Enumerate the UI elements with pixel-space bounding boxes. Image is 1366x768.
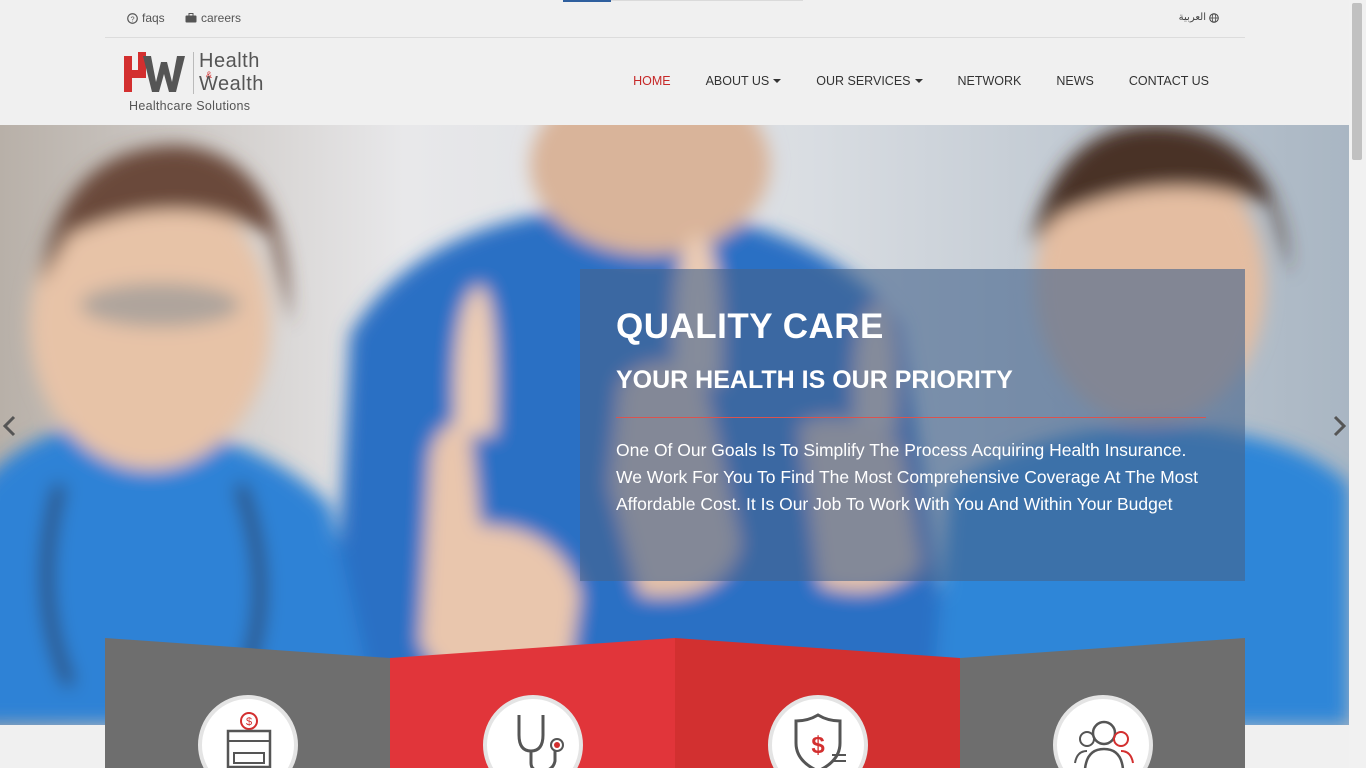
top-bar: ? faqs careers العربية: [105, 0, 1245, 38]
logo-mark-icon: [124, 52, 185, 92]
payment-box-icon: $: [226, 712, 272, 768]
top-accent-line-light: [611, 0, 803, 1]
nav-home-label: HOME: [633, 74, 671, 88]
chevron-right-icon[interactable]: [1333, 415, 1347, 437]
people-icon: [1074, 720, 1134, 768]
hero-caption-panel: QUALITY CARE YOUR HEALTH IS OUR PRIORITY…: [580, 269, 1245, 581]
careers-label: careers: [201, 11, 242, 25]
logo-wealth-text: Wealth: [199, 73, 264, 95]
caret-down-icon: [914, 79, 923, 83]
nav-news[interactable]: NEWS: [1056, 74, 1094, 88]
nav-our-services[interactable]: OUR SERVICES: [816, 74, 923, 88]
shield-dollar-icon: $: [794, 713, 846, 768]
globe-icon: [1209, 12, 1219, 23]
language-switch[interactable]: العربية: [1179, 12, 1219, 23]
logo[interactable]: Health & Wealth Healthcare Solutions: [123, 50, 283, 116]
nav-network[interactable]: NETWORK: [958, 74, 1022, 88]
feature-payment-circle: $: [198, 695, 298, 768]
chevron-left-icon[interactable]: [2, 415, 16, 437]
feature-network-circle: [1053, 695, 1153, 768]
language-label: العربية: [1178, 12, 1206, 23]
feature-network[interactable]: [960, 638, 1245, 768]
feature-payment[interactable]: $: [105, 638, 390, 768]
hero-divider: [616, 417, 1206, 418]
hero-title: QUALITY CARE: [616, 307, 884, 346]
svg-text:$: $: [811, 732, 825, 759]
hero-slider: QUALITY CARE YOUR HEALTH IS OUR PRIORITY…: [0, 125, 1349, 725]
nav-contact-us-label: CONTACT US: [1128, 74, 1209, 88]
question-circle-icon: ?: [127, 12, 138, 24]
nav-network-label: NETWORK: [957, 74, 1022, 88]
nav-our-services-label: OUR SERVICES: [816, 74, 911, 88]
nav-about-us-label: ABOUT US: [705, 74, 770, 88]
svg-text:$: $: [246, 716, 252, 728]
stethoscope-icon: [517, 715, 564, 768]
feature-insurance[interactable]: $: [675, 638, 960, 768]
feature-panels: $ $: [105, 638, 1245, 768]
nav-about-us[interactable]: ABOUT US: [706, 74, 782, 88]
main-nav: HOME ABOUT US OUR SERVICES NETWORK NEWS …: [633, 74, 1209, 88]
hero-description: One Of Our Goals Is To Simplify The Proc…: [616, 440, 1198, 514]
logo-tagline: Healthcare Solutions: [129, 99, 251, 113]
briefcase-icon: [185, 13, 197, 23]
faqs-label: faqs: [142, 11, 165, 25]
nav-news-label: NEWS: [1056, 74, 1094, 88]
caret-down-icon: [773, 79, 782, 83]
scrollbar-thumb[interactable]: [1352, 3, 1362, 160]
feature-medical-circle: [483, 695, 583, 768]
svg-text:?: ?: [130, 14, 134, 23]
nav-home[interactable]: HOME: [633, 74, 671, 88]
faqs-link[interactable]: ? faqs: [127, 11, 165, 25]
feature-medical[interactable]: [390, 638, 675, 768]
feature-insurance-circle: $: [768, 695, 868, 768]
top-accent-line: [563, 0, 611, 2]
logo-divider: [193, 52, 194, 94]
nav-contact-us[interactable]: CONTACT US: [1129, 74, 1209, 88]
hero-subtitle: YOUR HEALTH IS OUR PRIORITY: [616, 366, 1013, 394]
careers-link[interactable]: careers: [185, 11, 241, 25]
page-scrollbar[interactable]: [1349, 0, 1366, 768]
